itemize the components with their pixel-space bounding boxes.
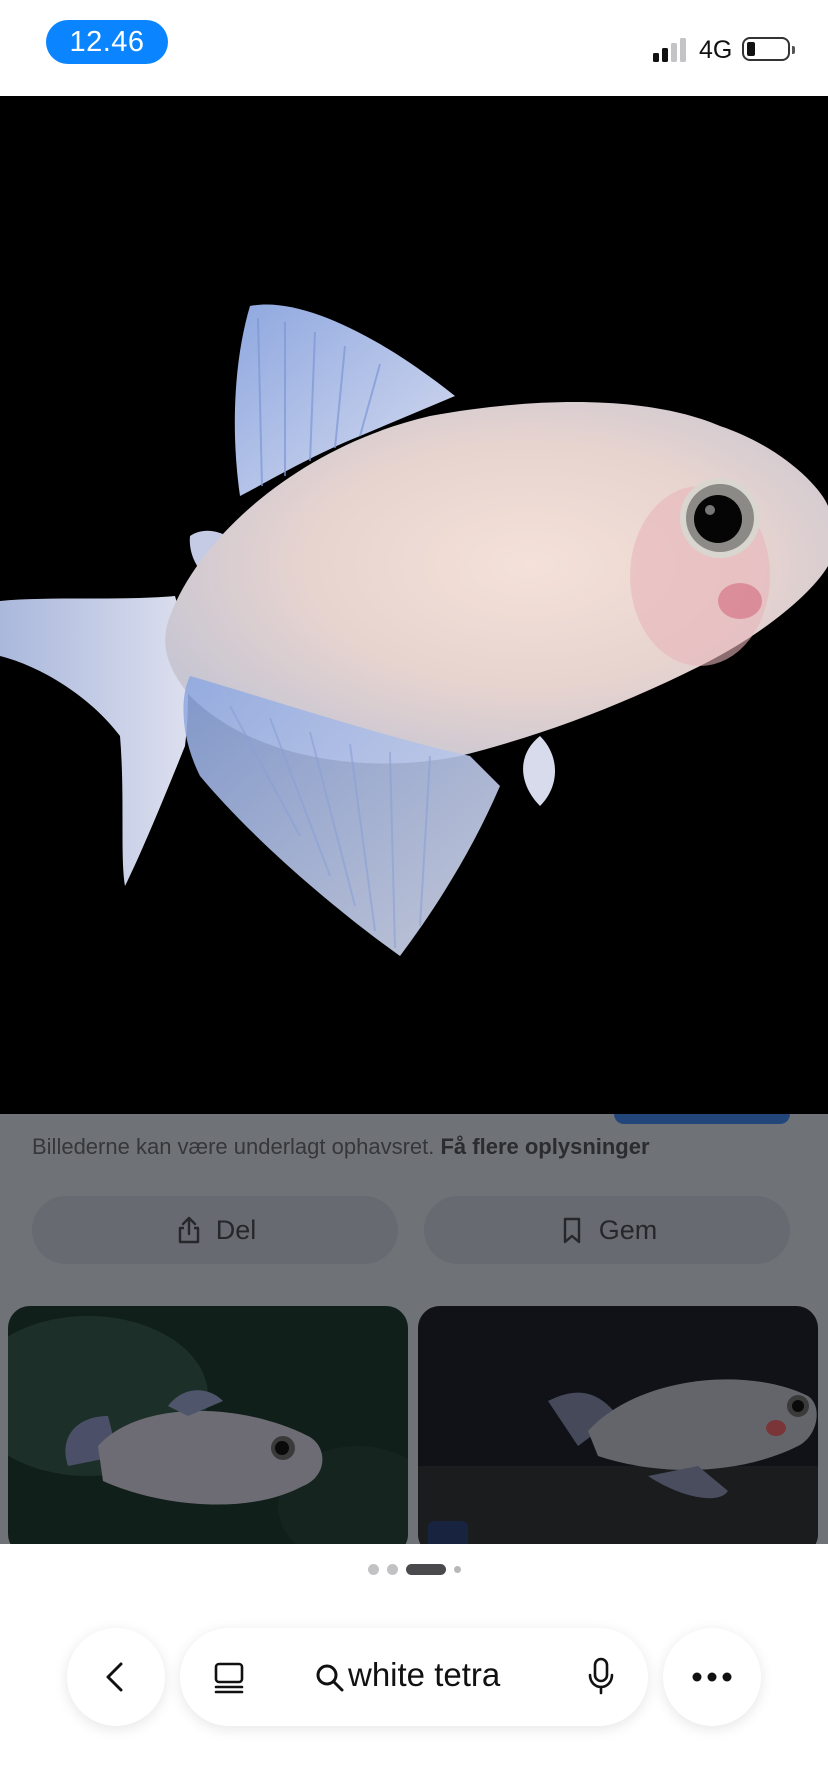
more-icon <box>692 1672 732 1682</box>
chevron-left-icon <box>106 1662 123 1692</box>
tabs-icon[interactable] <box>212 1660 248 1696</box>
network-type: 4G <box>699 36 733 64</box>
microphone-icon[interactable] <box>586 1656 616 1696</box>
copyright-text: Billederne kan være underlagt ophavsret. <box>32 1134 435 1159</box>
page-dot <box>386 1563 398 1575</box>
bookmark-icon <box>563 1217 580 1244</box>
fish-image <box>0 96 828 1114</box>
share-icon <box>178 1216 199 1244</box>
page-dot <box>453 1565 461 1573</box>
dimmed-content: Billederne kan være underlagt ophavsret.… <box>0 1114 828 1544</box>
page-dot-active <box>405 1563 446 1575</box>
main-image[interactable] <box>0 96 828 1114</box>
fish-thumbnail <box>418 1306 818 1544</box>
save-button[interactable]: Gem <box>424 1196 790 1264</box>
related-image-2[interactable] <box>418 1306 818 1544</box>
status-time[interactable]: 12.46 <box>46 20 168 64</box>
share-button[interactable]: Del <box>32 1196 398 1264</box>
status-bar: 12.46 4G <box>0 0 828 96</box>
more-info-link[interactable]: Få flere oplysninger <box>440 1134 649 1159</box>
more-button[interactable] <box>663 1628 761 1726</box>
signal-icon <box>653 38 691 62</box>
dimmed-tab <box>614 1114 790 1124</box>
share-label: Del <box>215 1214 257 1245</box>
save-label: Gem <box>598 1214 658 1245</box>
bottom-toolbar: white tetra <box>0 1590 828 1792</box>
search-icon <box>316 1664 344 1692</box>
search-query[interactable]: white tetra <box>348 1656 500 1694</box>
battery-icon <box>742 37 795 61</box>
fish-thumbnail <box>8 1306 408 1544</box>
page-indicator <box>0 1556 828 1582</box>
copyright-notice: Billederne kan være underlagt ophavsret.… <box>32 1134 812 1160</box>
related-image-1[interactable] <box>8 1306 408 1544</box>
back-button[interactable] <box>67 1628 165 1726</box>
search-bar[interactable]: white tetra <box>180 1628 648 1726</box>
page-dot <box>367 1563 379 1575</box>
